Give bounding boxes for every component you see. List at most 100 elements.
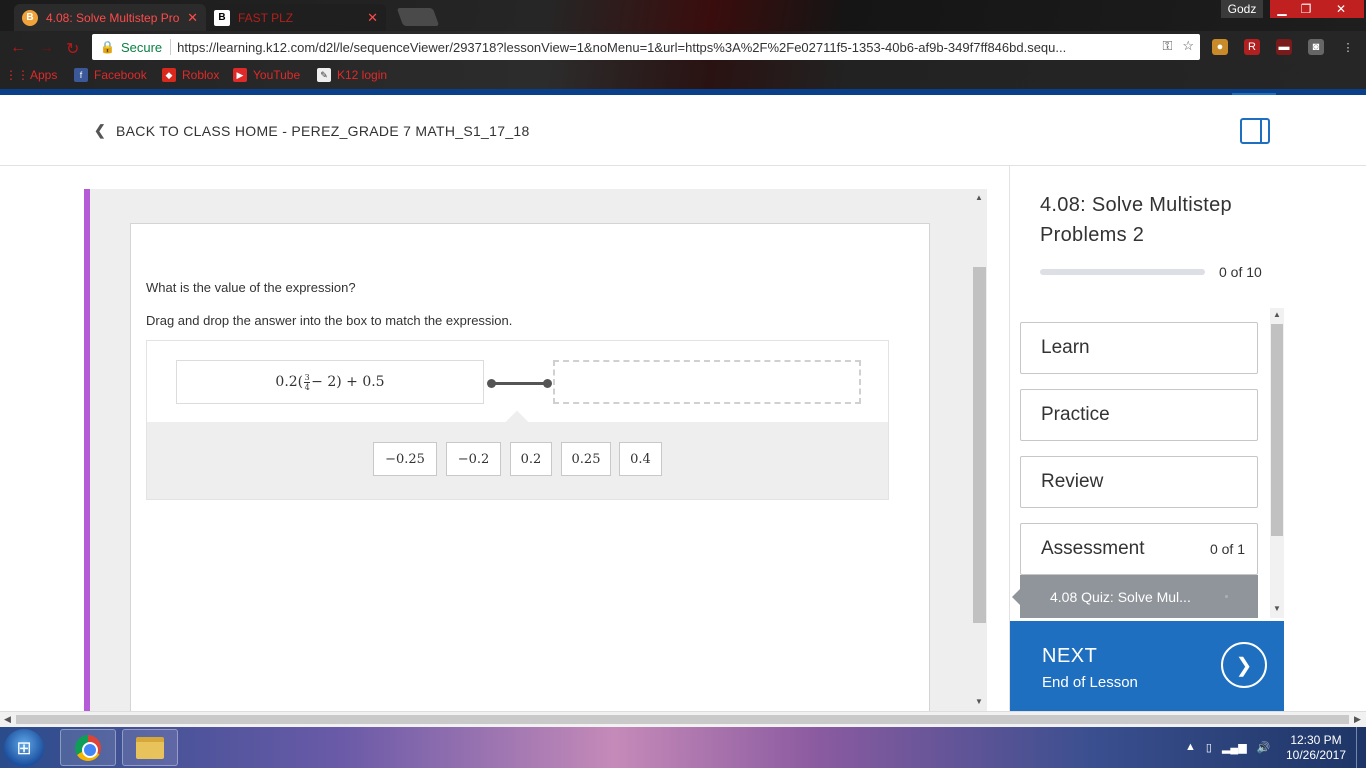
tab-favicon: B [214,9,230,26]
tab-title: FAST PLZ [238,10,294,25]
back-link-label: BACK TO CLASS HOME - PEREZ_GRADE 7 MATH_… [116,122,530,139]
panel-toggle-icon[interactable] [1240,118,1270,144]
drag-drop-area: 0.2( 3 4 − 2) + 0.5 −0.25 −0.2 0.2 0.25 … [146,340,889,500]
bookmark-label: Facebook [94,68,147,82]
content-scrollbar[interactable]: ▲ ▼ [972,189,987,711]
chevron-up-icon[interactable]: ▲ [1185,741,1196,754]
close-icon[interactable]: ✕ [187,10,198,26]
lesson-progress-bar [1040,269,1205,275]
address-bar[interactable]: 🔒 Secure https://learning.k12.com/d2l/le… [92,34,1200,60]
url-text[interactable]: https://learning.k12.com/d2l/le/sequence… [177,40,1152,55]
scroll-thumb[interactable] [973,267,986,623]
profile-button[interactable]: Godz [1221,0,1263,18]
answer-drop-zone[interactable] [553,360,861,404]
scroll-up-icon[interactable]: ▲ [1273,310,1281,319]
forward-arrow-icon[interactable]: → [38,39,54,57]
quiz-item-label: 4.08 Quiz: Solve Mul... [1050,588,1191,605]
scroll-right-icon[interactable]: ▶ [1354,714,1361,725]
lock-icon: 🔒 [100,40,115,54]
bookmark-apps[interactable]: ⋮⋮ Apps [5,68,57,82]
youtube-icon: ▶ [233,68,247,82]
scroll-thumb[interactable] [1271,324,1283,536]
show-desktop-button[interactable] [1356,727,1366,768]
star-icon[interactable]: ☆ [1182,38,1194,54]
bookmark-label: K12 login [337,68,388,82]
nav-practice[interactable]: Practice [1020,389,1258,441]
close-icon[interactable]: ✕ [367,10,378,26]
browser-tab-strip: B 4.08: Solve Multistep Pro ✕ B FAST PLZ… [0,0,1366,31]
bookmark-youtube[interactable]: ▶ YouTube [233,68,300,82]
nav-learn[interactable]: Learn [1020,322,1258,374]
next-button[interactable]: NEXT End of Lesson ❯ [1010,621,1284,711]
answer-chip[interactable]: −0.2 [446,442,501,476]
minimize-button[interactable]: ▁ [1270,0,1294,18]
facebook-icon: f [74,68,88,82]
expression-prefix: 0.2( [275,374,304,390]
battery-icon[interactable]: ▯ [1206,741,1212,754]
fraction-denominator: 4 [304,382,310,392]
extension-icon[interactable]: R [1244,39,1260,55]
bookmark-label: Roblox [182,68,220,82]
taskbar: ⊞ ▲ ▯ ▂▄▆ 🔊 12:30 PM 10/26/2017 [0,727,1366,768]
window-close-button[interactable]: ✕ [1318,0,1364,18]
bookmark-roblox[interactable]: ◆ Roblox [162,68,219,82]
back-arrow-icon[interactable]: ← [10,39,26,57]
page-header: ❮ BACK TO CLASS HOME - PEREZ_GRADE 7 MAT… [0,95,1366,166]
lesson-sidebar: 4.08: Solve Multistep Problems 2 0 of 10… [1009,166,1366,711]
expression-box: 0.2( 3 4 − 2) + 0.5 [176,360,484,404]
maximize-button[interactable]: ❐ [1294,0,1318,18]
volume-icon[interactable]: 🔊 [1257,741,1271,754]
extension-icon[interactable]: ◙ [1308,39,1324,55]
extension-icon[interactable]: ▬ [1276,39,1292,55]
question-card: What is the value of the expression? Dra… [130,223,930,711]
secure-label: Secure [120,39,163,55]
tab-active[interactable]: B 4.08: Solve Multistep Pro ✕ [14,4,206,31]
scroll-thumb[interactable] [16,715,1349,724]
key-icon[interactable]: ⚿ [1162,38,1172,54]
taskbar-explorer[interactable] [122,729,178,766]
tab-inactive[interactable]: B FAST PLZ ✕ [206,4,386,31]
signal-icon[interactable]: ▂▄▆ [1222,741,1247,754]
answer-chip[interactable]: 0.2 [510,442,552,476]
match-connector [487,379,552,388]
question-prompt: What is the value of the expression? [146,280,356,295]
scroll-up-icon[interactable]: ▲ [975,193,983,202]
next-sublabel: End of Lesson [1042,674,1138,691]
scroll-down-icon[interactable]: ▼ [1273,604,1281,613]
windows-start-icon[interactable]: ⊞ [4,729,44,767]
chrome-icon [75,734,101,761]
nav-review[interactable]: Review [1020,456,1258,508]
horizontal-scrollbar[interactable]: ◀ ▶ [0,711,1366,727]
system-tray: ▲ ▯ ▂▄▆ 🔊 [1185,741,1270,754]
next-label: NEXT [1042,645,1098,667]
bookmark-label: YouTube [253,68,301,82]
cookie-extension-icon[interactable]: ● [1212,39,1228,55]
back-to-class-link[interactable]: ❮ BACK TO CLASS HOME - PEREZ_GRADE 7 MAT… [94,122,530,139]
clock[interactable]: 12:30 PM 10/26/2017 [1282,733,1350,763]
answer-chip[interactable]: −0.25 [373,442,437,476]
answer-bank: −0.25 −0.2 0.2 0.25 0.4 [147,410,888,499]
apps-grid-icon: ⋮⋮ [5,68,29,82]
bookmark-k12[interactable]: ✎ K12 login [317,68,387,82]
menu-icon[interactable]: ⋮ [1340,39,1356,55]
content-area: What is the value of the expression? Dra… [84,189,987,711]
taskbar-chrome[interactable] [60,729,116,766]
sidebar-scrollbar[interactable]: ▲ ▼ [1270,308,1284,618]
divider [170,39,172,55]
reload-icon[interactable]: ↻ [66,39,79,59]
tab-title: 4.08: Solve Multistep Pro [46,10,180,25]
answer-chip[interactable]: 0.4 [619,442,662,476]
scroll-down-icon[interactable]: ▼ [975,697,983,706]
quiz-item[interactable]: 4.08 Quiz: Solve Mul... [1012,575,1258,618]
accent-bar [84,189,90,711]
scroll-left-icon[interactable]: ◀ [4,714,11,725]
nav-label: Learn [1041,337,1090,358]
folder-icon [136,736,164,759]
new-tab-button[interactable] [396,8,440,26]
bookmark-facebook[interactable]: f Facebook [74,68,147,82]
nav-assessment[interactable]: Assessment 0 of 1 [1020,523,1258,575]
clock-date: 10/26/2017 [1285,748,1347,762]
tab-favicon: B [22,9,38,26]
answer-chip[interactable]: 0.25 [561,442,611,476]
status-dot [1225,595,1228,598]
